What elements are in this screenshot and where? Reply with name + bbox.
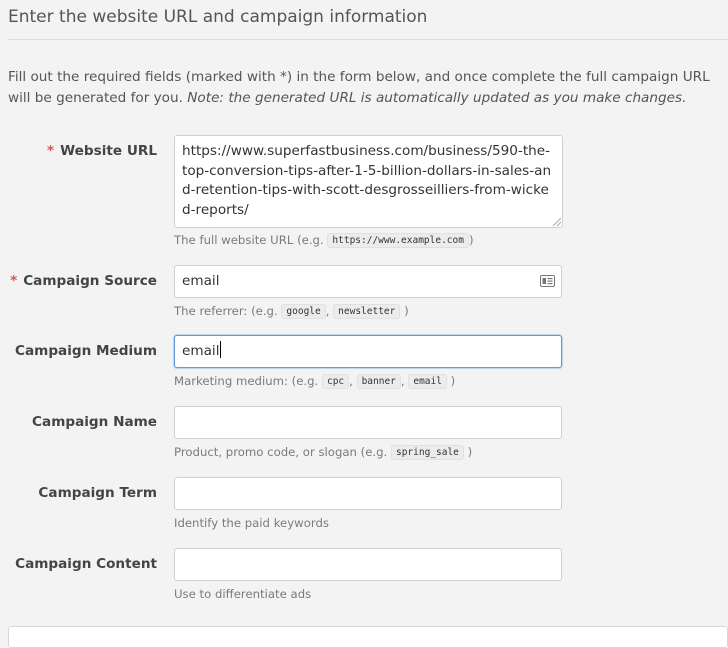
campaign-term-label-text: Campaign Term xyxy=(38,485,157,501)
campaign-source-input[interactable]: email xyxy=(174,265,562,298)
campaign-medium-label: Campaign Medium xyxy=(15,343,157,359)
campaign-medium-input[interactable]: email xyxy=(174,335,562,368)
campaign-medium-help-prefix: Marketing medium: (e.g. xyxy=(174,374,322,388)
campaign-name-label-text: Campaign Name xyxy=(32,414,157,430)
intro-note: Note: the generated URL is automatically… xyxy=(187,90,687,106)
campaign-medium-help-example-1: cpc xyxy=(321,374,350,389)
campaign-name-label: Campaign Name xyxy=(32,414,157,430)
website-url-textarea[interactable]: https://www.superfastbusiness.com/busine… xyxy=(174,135,563,228)
campaign-source-help-prefix: The referrer: (e.g. xyxy=(174,304,282,318)
website-url-help-example: https://www.example.com xyxy=(327,233,469,248)
website-url-row: * Website URL https://www.superfastbusine… xyxy=(0,135,728,250)
website-url-help-prefix: The full website URL (e.g. xyxy=(174,233,328,247)
campaign-name-row: Campaign Name Product, promo code, or sl… xyxy=(0,406,728,466)
campaign-medium-help-suffix: ) xyxy=(450,374,456,388)
intro-text: Fill out the required fields (marked wit… xyxy=(8,67,724,109)
campaign-content-row: Campaign Content Use to differentiate ad… xyxy=(0,548,728,608)
campaign-name-input[interactable] xyxy=(174,406,562,439)
campaign-source-help: The referrer: (e.g. google, newsletter ) xyxy=(174,304,409,319)
campaign-source-row: * Campaign Source email The referrer: (e.… xyxy=(0,265,728,325)
text-caret xyxy=(219,341,221,358)
campaign-medium-help-separator-1: , xyxy=(349,374,357,388)
campaign-term-input[interactable] xyxy=(174,477,562,510)
campaign-content-label: Campaign Content xyxy=(15,556,157,572)
campaign-content-help: Use to differentiate ads xyxy=(174,587,312,601)
campaign-medium-value: email xyxy=(182,343,220,359)
campaign-source-help-example-1: google xyxy=(281,304,326,319)
campaign-medium-row: Campaign Medium email Marketing medium: … xyxy=(0,335,728,395)
resize-handle[interactable] xyxy=(553,218,561,226)
heading-divider xyxy=(8,39,728,40)
contact-card-icon[interactable] xyxy=(540,275,555,287)
campaign-medium-help-example-3: email xyxy=(408,374,447,389)
website-url-help-suffix: ) xyxy=(468,233,474,247)
website-url-label: * Website URL xyxy=(47,143,157,159)
campaign-source-help-suffix: ) xyxy=(404,304,409,318)
campaign-name-help-suffix: ) xyxy=(467,445,473,459)
campaign-term-help: Identify the paid keywords xyxy=(174,516,329,530)
campaign-content-input[interactable] xyxy=(174,548,562,581)
campaign-source-label-text: Campaign Source xyxy=(23,273,157,289)
campaign-name-help-prefix: Product, promo code, or slogan (e.g. xyxy=(174,445,391,459)
campaign-medium-help: Marketing medium: (e.g. cpc, banner, ema… xyxy=(174,374,456,389)
campaign-source-value: email xyxy=(182,273,220,289)
campaign-name-help: Product, promo code, or slogan (e.g. spr… xyxy=(174,445,473,460)
campaign-term-row: Campaign Term Identify the paid keywords xyxy=(0,477,728,537)
section-heading: Enter the website URL and campaign infor… xyxy=(8,7,428,27)
campaign-medium-help-example-2: banner xyxy=(356,374,401,389)
required-marker: * xyxy=(47,143,55,159)
campaign-name-help-example: spring_sale xyxy=(390,445,464,460)
campaign-content-label-text: Campaign Content xyxy=(15,556,157,572)
campaign-term-label: Campaign Term xyxy=(38,485,157,501)
website-url-help: The full website URL (e.g. https://www.e… xyxy=(174,233,474,248)
campaign-source-label: * Campaign Source xyxy=(10,273,157,289)
website-url-value: https://www.superfastbusiness.com/busine… xyxy=(182,143,552,218)
campaign-medium-label-text: Campaign Medium xyxy=(15,343,157,359)
generated-url-panel xyxy=(8,626,728,648)
website-url-label-text: Website URL xyxy=(60,143,157,159)
required-marker: * xyxy=(10,273,18,289)
campaign-source-help-example-2: newsletter xyxy=(333,304,401,319)
